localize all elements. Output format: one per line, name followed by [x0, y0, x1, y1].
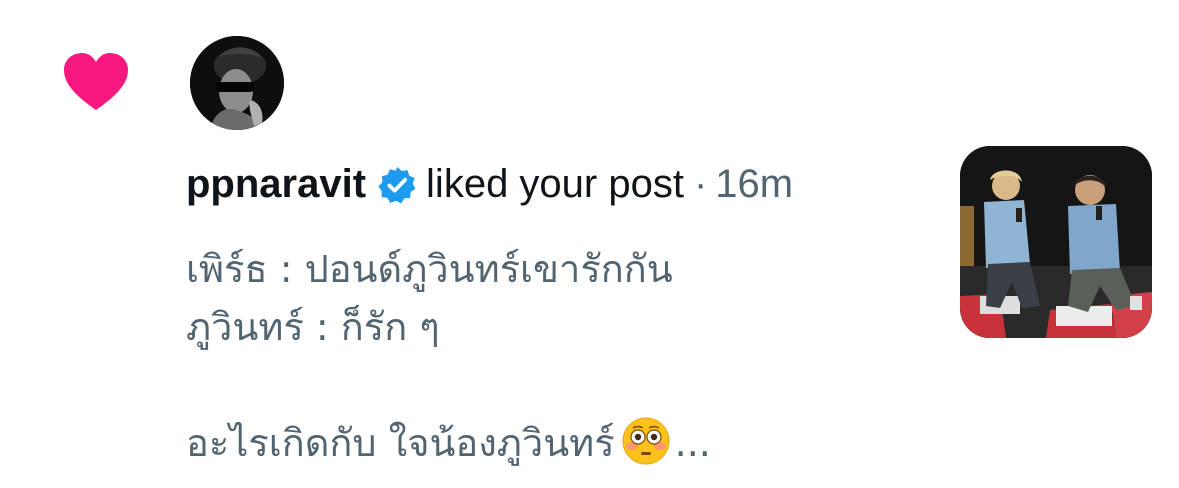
- post-ellipsis: ...: [674, 421, 711, 465]
- avatar[interactable]: [190, 36, 284, 130]
- avatar-photo-icon: [190, 36, 284, 130]
- heart-icon: [64, 53, 128, 110]
- post-thumbnail[interactable]: [960, 146, 1152, 338]
- post-preview-text: เพิร์ธ : ปอนด์ภูวินทร์เขารักกัน ภูวินทร์…: [186, 240, 926, 472]
- post-line-2: ภูวินทร์ : ก็รัก ๆ: [186, 305, 440, 349]
- action-text: liked your post: [426, 162, 684, 206]
- post-line-1: เพิร์ธ : ปอนด์ภูวินทร์เขารักกัน: [186, 247, 673, 291]
- post-line-3: อะไรเกิดกับ ใจน้องภูวินทร์: [186, 421, 615, 465]
- verified-badge-icon: [378, 166, 416, 204]
- notification-headline: ppnaravit liked your post · 16m: [186, 160, 793, 208]
- username-link[interactable]: ppnaravit: [186, 160, 366, 208]
- post-photo-icon: [960, 146, 1152, 338]
- flushed-face-icon: [622, 417, 670, 465]
- timestamp: 16m: [715, 162, 794, 206]
- separator-dot: ·: [693, 162, 708, 206]
- like-notification[interactable]: ppnaravit liked your post · 16m เพิร์ธ :…: [0, 0, 1179, 488]
